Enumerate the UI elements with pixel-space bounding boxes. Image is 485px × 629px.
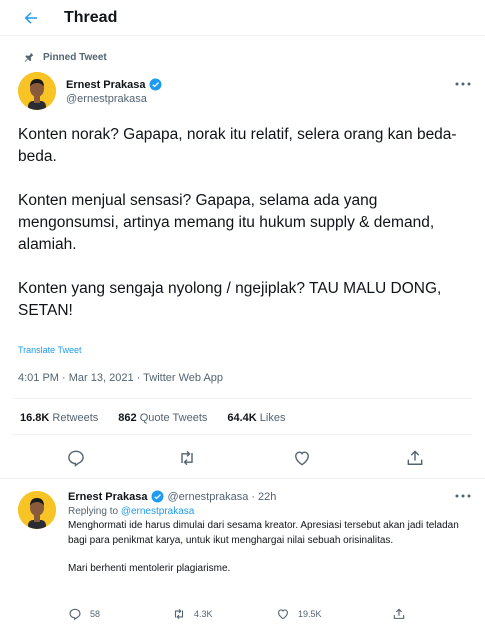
tweet-timestamp[interactable]: 4:01 PM · Mar 13, 2021 · Twitter Web App [18,372,223,384]
author-name[interactable]: Ernest Prakasa [68,491,148,503]
share-button[interactable] [405,448,425,468]
reply-timestamp[interactable]: 22h [258,491,276,503]
replying-prefix: Replying to [68,506,119,517]
reply-actions: 58 4.3K 19.5K [68,607,428,623]
divider [12,434,472,435]
author-name[interactable]: Ernest Prakasa [66,79,146,91]
verified-badge-icon [149,78,161,91]
tweet-stats: 16.8K Retweets 862 Quote Tweets 64.4K Li… [20,412,305,424]
more-options-button[interactable] [452,76,474,92]
like-icon [295,451,309,466]
retweet-button[interactable]: 4.3K [172,607,213,621]
reply-paragraph: Menghormati ide harus dimulai dari sesam… [68,520,459,546]
reply-icon [68,450,84,467]
author-info: Ernest Prakasa @ernestprakasa [66,78,162,105]
separator-dot: · [251,490,256,503]
likes-stat[interactable]: 64.4K Likes [227,412,285,424]
pinned-label: Pinned Tweet [43,51,107,63]
tweet-paragraph: Konten yang sengaja nyolong / ngejiplak?… [18,280,442,319]
verified-badge-icon [151,490,163,503]
retweet-count: 4.3K [194,609,213,619]
pinned-indicator: Pinned Tweet [22,50,107,64]
author-handle[interactable]: @ernestprakasa [66,93,162,105]
thread-header: Thread [0,0,485,36]
retweet-button[interactable] [177,448,197,468]
reply-count: 58 [90,609,101,619]
share-icon [407,450,423,465]
like-icon [278,609,288,620]
like-button[interactable] [292,448,312,468]
reply-icon [69,608,81,621]
tweet-text: Konten norak? Gapapa, norak itu relatif,… [18,124,478,344]
replying-to-link[interactable]: @ernestprakasa [121,506,195,517]
reply-text: Menghormati ide harus dimulai dari sesam… [68,518,478,576]
tweet-paragraph: Konten menjual sensasi? Gapapa, selama a… [18,192,435,253]
divider [12,398,472,399]
page-title: Thread [64,9,118,26]
author-handle[interactable]: @ernestprakasa [168,491,249,503]
tweet-actions [0,448,485,470]
like-count: 19.5K [298,609,322,619]
avatar[interactable] [18,72,56,110]
avatar[interactable] [18,491,56,529]
tweet-paragraph: Konten norak? Gapapa, norak itu relatif,… [18,126,457,165]
quote-tweets-stat[interactable]: 862 Quote Tweets [118,412,207,424]
share-button[interactable] [392,607,414,621]
reply-button[interactable] [66,448,86,468]
retweets-stat[interactable]: 16.8K Retweets [20,412,98,424]
reply-tweet: Ernest Prakasa @ernestprakasa · 22h Repl… [68,490,478,589]
arrow-left-icon [24,12,37,24]
reply-paragraph: Mari berhenti mentolerir plagiarisme. [68,563,231,574]
translate-tweet-link[interactable]: Translate Tweet [18,345,82,355]
divider [0,478,485,479]
share-icon [393,608,405,619]
like-button[interactable]: 19.5K [276,607,322,621]
reply-button[interactable]: 58 [68,607,100,621]
pin-icon [24,52,34,62]
back-button[interactable] [16,4,46,32]
replying-to: Replying to @ernestprakasa [68,506,478,517]
retweet-icon [181,450,193,466]
retweet-icon [174,608,184,620]
more-icon [455,82,471,86]
